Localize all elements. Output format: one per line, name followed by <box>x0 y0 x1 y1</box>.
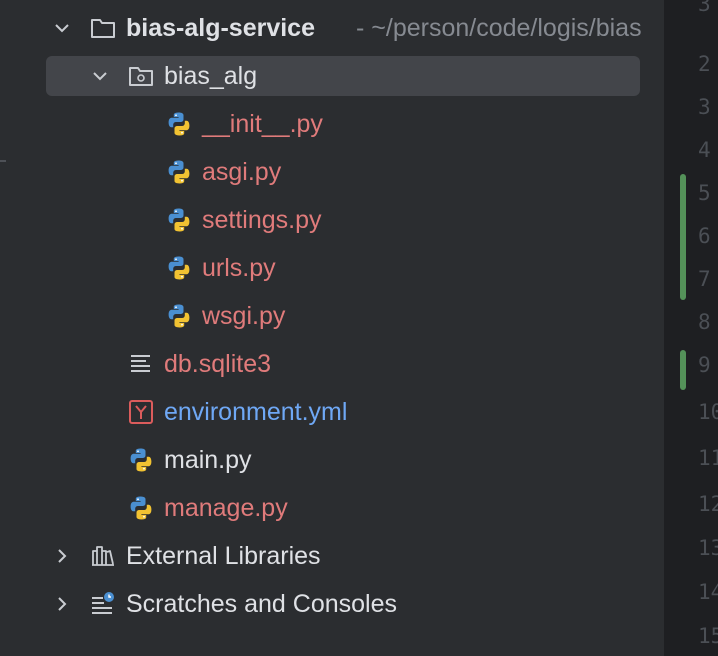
file-name: asgi.py <box>202 158 282 186</box>
line-number: 15 <box>698 624 718 648</box>
vcs-added-marker <box>680 174 686 300</box>
text-file-icon <box>131 355 150 372</box>
chevron-right-icon[interactable] <box>52 594 72 614</box>
left-tool-strip <box>0 0 23 656</box>
file-name: environment.yml <box>164 398 348 426</box>
python-icon <box>168 304 190 328</box>
tree-row-file[interactable]: environment.yml <box>22 388 664 436</box>
vcs-added-marker <box>680 350 686 390</box>
chevron-down-icon[interactable] <box>90 66 110 86</box>
file-name: __init__.py <box>202 110 323 138</box>
tree-row-file[interactable]: wsgi.py <box>22 292 664 340</box>
package-name: bias_alg <box>164 62 258 90</box>
file-name: wsgi.py <box>202 302 286 330</box>
tree-row-file[interactable]: main.py <box>22 436 664 484</box>
scratches-icon <box>92 592 114 614</box>
file-name: manage.py <box>164 494 288 522</box>
line-number: 10 <box>698 400 718 424</box>
project-path: - ~/person/code/logis/bias <box>356 14 642 42</box>
tree-row-project-root[interactable]: bias-alg-service - ~/person/code/logis/b… <box>22 4 664 52</box>
editor-gutter: 3 2 3 4 5 6 7 8 9 10 11 12 13 14 15 <box>664 0 718 656</box>
line-number: 2 <box>698 52 711 76</box>
tree-row-file[interactable]: settings.py <box>22 196 664 244</box>
line-number: 11 <box>698 446 718 470</box>
line-number: 14 <box>698 580 718 604</box>
line-number: 5 <box>698 181 711 205</box>
python-icon <box>130 448 152 472</box>
line-number: 7 <box>698 267 711 291</box>
line-number: 12 <box>698 492 718 516</box>
tree-row-package[interactable]: bias_alg <box>22 52 664 100</box>
line-number: 8 <box>698 310 711 334</box>
project-name: bias-alg-service <box>126 14 315 42</box>
line-number: 6 <box>698 224 711 248</box>
tree-row-file[interactable]: manage.py <box>22 484 664 532</box>
python-icon <box>168 208 190 232</box>
yaml-icon <box>129 400 153 424</box>
line-number: 4 <box>698 138 711 162</box>
line-number: 9 <box>698 353 711 377</box>
tree-row-file[interactable]: __init__.py <box>22 100 664 148</box>
project-tree: bias-alg-service - ~/person/code/logis/b… <box>22 0 664 656</box>
file-name: db.sqlite3 <box>164 350 272 378</box>
python-icon <box>130 496 152 520</box>
file-name: urls.py <box>202 254 276 282</box>
tree-row-external-libraries[interactable]: External Libraries <box>22 532 664 580</box>
tree-row-file[interactable]: asgi.py <box>22 148 664 196</box>
folder-icon <box>91 19 115 38</box>
file-name: main.py <box>164 446 252 474</box>
line-number: 3 <box>698 95 711 119</box>
tree-row-file[interactable]: urls.py <box>22 244 664 292</box>
file-name: settings.py <box>202 206 322 234</box>
strip-marker <box>0 160 6 162</box>
chevron-right-icon[interactable] <box>52 546 72 566</box>
line-number: 3 <box>698 0 711 16</box>
python-icon <box>168 256 190 280</box>
tree-row-scratches[interactable]: Scratches and Consoles <box>22 580 664 628</box>
line-number: 13 <box>698 536 718 560</box>
external-libraries-label: External Libraries <box>126 542 321 570</box>
python-icon <box>168 160 190 184</box>
scratches-label: Scratches and Consoles <box>126 590 397 618</box>
chevron-down-icon[interactable] <box>52 18 72 38</box>
python-icon <box>168 112 190 136</box>
package-folder-icon <box>129 67 153 86</box>
tree-row-file[interactable]: db.sqlite3 <box>22 340 664 388</box>
library-icon <box>92 546 114 566</box>
